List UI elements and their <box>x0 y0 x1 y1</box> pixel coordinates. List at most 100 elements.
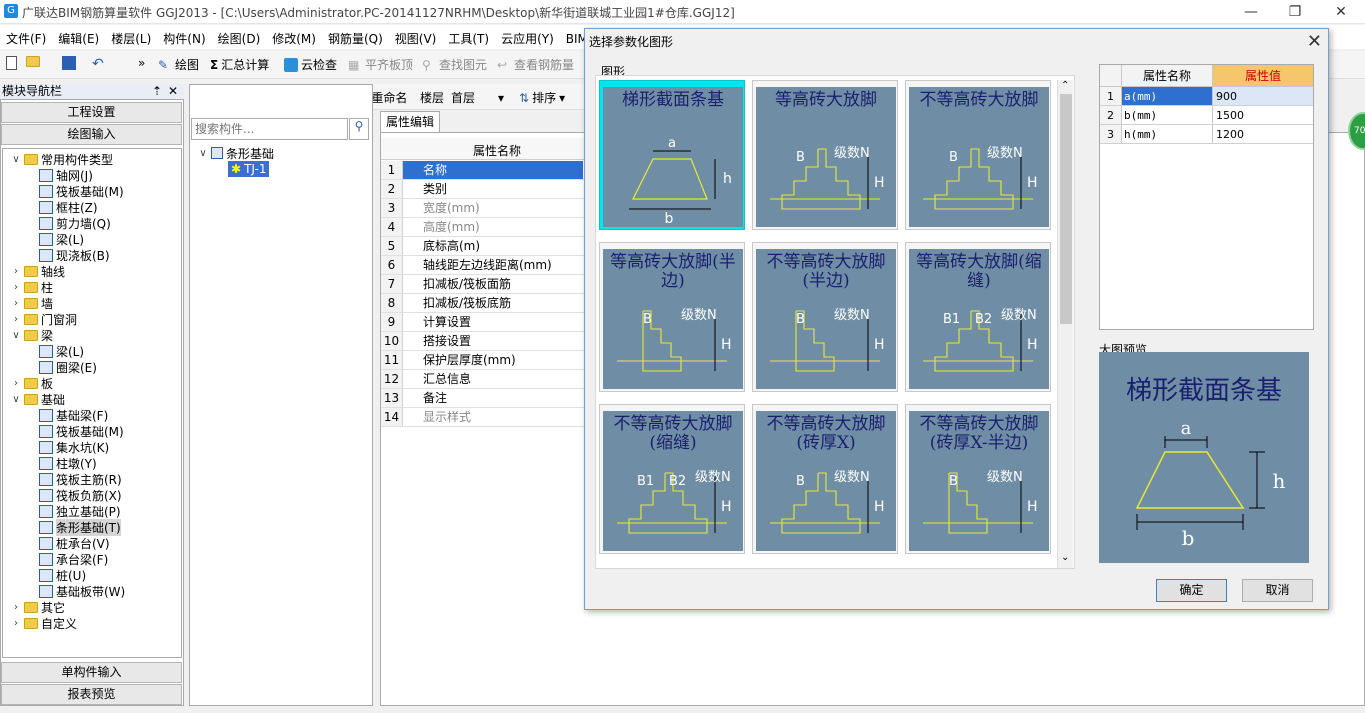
draw-input-button[interactable]: 绘图输入 <box>1 124 182 145</box>
tree-item[interactable]: 基础板带(W) <box>39 583 125 599</box>
property-value[interactable]: 1200 <box>1213 125 1313 143</box>
tree-item[interactable]: 梁(L) <box>39 343 84 359</box>
menu-item-1[interactable]: 编辑(E) <box>52 25 105 49</box>
draw-button[interactable]: ✎ 绘图 <box>158 56 199 73</box>
tree-folder[interactable]: › 墙 <box>11 295 53 311</box>
sort-button[interactable]: ⇅ 排序 ▾ <box>519 89 565 106</box>
shape-thumbnail[interactable]: B1 B2 级数N H 等高砖大放脚(缩缝) <box>905 242 1051 392</box>
ok-button[interactable]: 确定 <box>1156 579 1227 602</box>
shape-thumbnail[interactable]: B 级数N H 不等高砖大放脚 <box>905 80 1051 230</box>
menu-item-8[interactable]: 工具(T) <box>442 25 495 49</box>
single-component-button[interactable]: 单构件输入 <box>1 662 182 683</box>
property-row[interactable]: 7 扣减板/筏板面筋 <box>381 275 591 294</box>
tree-item[interactable]: 现浇板(B) <box>39 247 110 263</box>
tree-item[interactable]: 桩承台(V) <box>39 535 110 551</box>
save-icon[interactable] <box>62 56 76 70</box>
expand-icon[interactable]: › <box>11 602 21 613</box>
scroll-up-icon[interactable]: ⌃ <box>1061 80 1069 91</box>
tree-folder[interactable]: ∨ 梁 <box>11 327 53 343</box>
search-input[interactable] <box>192 119 342 139</box>
floor-select[interactable]: 首层 ▾ <box>451 89 511 106</box>
tree-folder[interactable]: › 门窗洞 <box>11 311 77 327</box>
new-file-icon[interactable] <box>6 56 17 70</box>
property-row[interactable]: 9 计算设置 <box>381 313 591 332</box>
property-value[interactable]: 900 <box>1213 87 1313 105</box>
gallery-scrollbar[interactable]: ⌃ ⌄ <box>1057 80 1073 568</box>
shape-property-row[interactable]: 3 h(mm) 1200 <box>1100 125 1313 144</box>
tree-item[interactable]: 梁(L) <box>39 231 84 247</box>
property-row[interactable]: 6 轴线距左边线距离(mm) <box>381 256 591 275</box>
tree-item[interactable]: 条形基础(T) <box>39 518 121 536</box>
restore-icon[interactable]: ❐ <box>1280 2 1310 22</box>
view-rebar-button[interactable]: ↩ 查看钢筋量 <box>497 56 574 73</box>
menu-item-2[interactable]: 楼层(L) <box>105 25 157 49</box>
tree-folder[interactable]: ∨ 常用构件类型 <box>11 151 113 167</box>
tree-folder[interactable]: › 其它 <box>11 599 65 615</box>
property-row[interactable]: 3 宽度(mm) <box>381 199 591 218</box>
tree-folder[interactable]: › 柱 <box>11 279 53 295</box>
cloud-check-button[interactable]: 云检查 <box>284 56 337 73</box>
menu-item-7[interactable]: 视图(V) <box>389 25 443 49</box>
search-icon[interactable]: ⚲ <box>349 118 369 140</box>
shape-thumbnail[interactable]: B 级数N H 不等高砖大放脚(半边) <box>752 242 898 392</box>
collapse-icon[interactable]: ∨ <box>11 330 21 341</box>
tree-item[interactable]: 筏板主筋(R) <box>39 471 122 487</box>
find-element-button[interactable]: ⚲ 查找图元 <box>422 56 487 73</box>
shape-thumbnail[interactable]: B1 B2 级数N H 不等高砖大放脚(缩缝) <box>599 404 745 554</box>
expand-icon[interactable]: › <box>11 618 21 629</box>
dialog-close-icon[interactable]: ✕ <box>1307 31 1322 52</box>
shape-thumbnail[interactable]: B 级数N H 不等高砖大放脚(砖厚X-半边) <box>905 404 1051 554</box>
property-row[interactable]: 13 备注 <box>381 389 591 408</box>
property-row[interactable]: 12 汇总信息 <box>381 370 591 389</box>
cancel-button[interactable]: 取消 <box>1242 579 1313 602</box>
expand-icon[interactable]: › <box>11 378 21 389</box>
tree-item[interactable]: 独立基础(P) <box>39 503 121 519</box>
tree-folder[interactable]: ∨ 基础 <box>11 391 65 407</box>
expand-icon[interactable]: › <box>11 298 21 309</box>
property-row[interactable]: 8 扣减板/筏板底筋 <box>381 294 591 313</box>
scroll-thumb[interactable] <box>1060 94 1072 324</box>
tree-folder[interactable]: › 轴线 <box>11 263 65 279</box>
tree-node-strip-foundation[interactable]: ∨ 条形基础 <box>198 145 274 161</box>
property-row[interactable]: 2 类别 <box>381 180 591 199</box>
menu-item-9[interactable]: 云应用(Y) <box>495 25 560 49</box>
shape-thumbnail[interactable]: B 级数N H 不等高砖大放脚(砖厚X) <box>752 404 898 554</box>
tree-item[interactable]: 筏板基础(M) <box>39 423 124 439</box>
menu-item-0[interactable]: 文件(F) <box>0 25 52 49</box>
property-row[interactable]: 14 显示样式 <box>381 408 591 427</box>
tree-item[interactable]: 剪力墙(Q) <box>39 215 111 231</box>
flat-slab-button[interactable]: ▦ 平齐板顶 <box>348 56 413 73</box>
expand-icon[interactable]: › <box>11 282 21 293</box>
more-icon[interactable]: » <box>138 56 145 70</box>
property-row[interactable]: 5 底标高(m) <box>381 237 591 256</box>
tree-folder[interactable]: › 自定义 <box>11 615 77 631</box>
open-folder-icon[interactable] <box>26 56 40 67</box>
collapse-icon[interactable]: ∨ <box>11 154 21 165</box>
property-row[interactable]: 4 高度(mm) <box>381 218 591 237</box>
tree-item[interactable]: 基础梁(F) <box>39 407 108 423</box>
report-preview-button[interactable]: 报表预览 <box>1 684 182 705</box>
tree-item[interactable]: 圈梁(E) <box>39 359 97 375</box>
tree-item[interactable]: 筏板基础(M) <box>39 183 124 199</box>
property-row[interactable]: 1 名称 <box>381 161 591 180</box>
minimize-icon[interactable]: — <box>1236 2 1266 22</box>
tree-node-tj1[interactable]: ✱ TJ-1 <box>228 161 270 177</box>
sum-calc-button[interactable]: Σ 汇总计算 <box>210 56 269 73</box>
menu-item-5[interactable]: 修改(M) <box>266 25 322 49</box>
property-row[interactable]: 10 搭接设置 <box>381 332 591 351</box>
shape-property-row[interactable]: 1 a(mm) 900 <box>1100 87 1313 106</box>
scroll-down-icon[interactable]: ⌄ <box>1061 552 1069 563</box>
shape-property-row[interactable]: 2 b(mm) 1500 <box>1100 106 1313 125</box>
expand-icon[interactable]: › <box>11 314 21 325</box>
property-value[interactable]: 1500 <box>1213 106 1313 124</box>
project-settings-button[interactable]: 工程设置 <box>1 102 182 123</box>
shape-thumbnail[interactable]: a b h 梯形截面条基 <box>599 80 745 230</box>
tree-folder[interactable]: › 板 <box>11 375 53 391</box>
shape-thumbnail[interactable]: B 级数N H 等高砖大放脚(半边) <box>599 242 745 392</box>
collapse-icon[interactable]: ∨ <box>11 394 21 405</box>
pin-icon[interactable]: ⇡ <box>152 84 162 99</box>
tree-item[interactable]: 框柱(Z) <box>39 199 98 215</box>
menu-item-3[interactable]: 构件(N) <box>157 25 211 49</box>
property-row[interactable]: 11 保护层厚度(mm) <box>381 351 591 370</box>
close-icon[interactable]: ✕ <box>1326 2 1356 22</box>
